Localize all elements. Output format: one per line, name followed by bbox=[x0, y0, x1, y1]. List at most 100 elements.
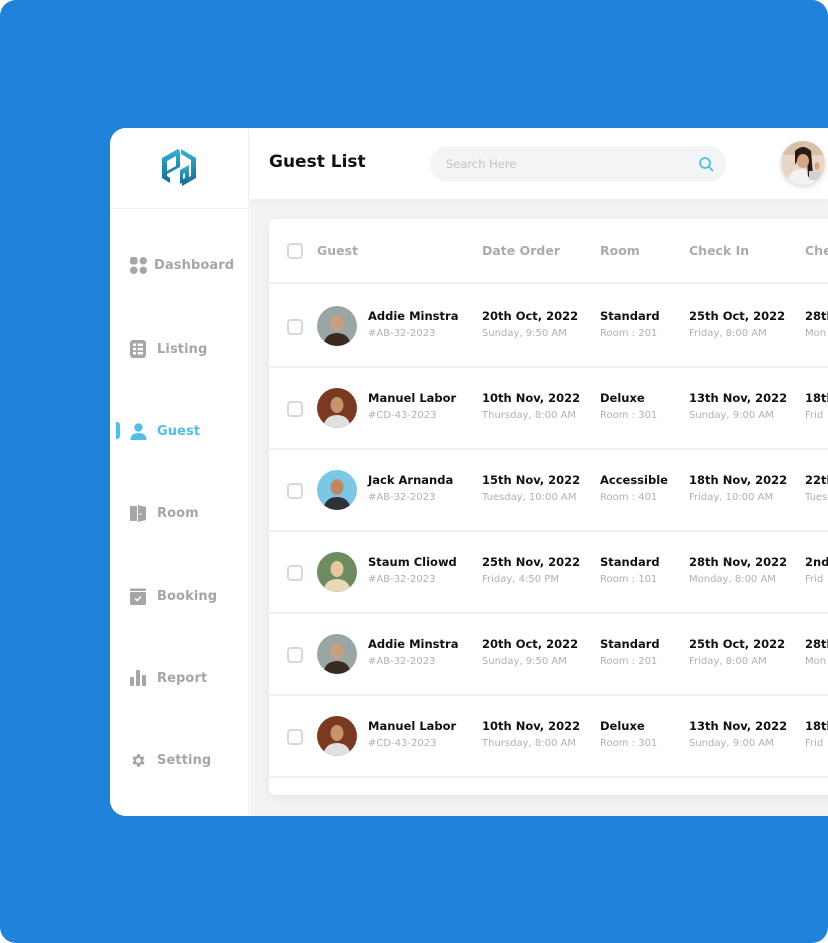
row-checkbox[interactable] bbox=[287, 647, 303, 663]
row-checkbox[interactable] bbox=[287, 565, 303, 581]
room-cell: Standard Room : 201 bbox=[600, 309, 660, 339]
search-box[interactable] bbox=[430, 146, 726, 182]
table-header: Guest Date Order Room Check In Che bbox=[269, 219, 828, 284]
room-number: Room : 201 bbox=[600, 656, 658, 667]
check-out-date: 18th bbox=[805, 391, 828, 405]
guest-avatar bbox=[317, 388, 357, 428]
column-header-check-in[interactable]: Check In bbox=[689, 243, 749, 258]
search-input[interactable] bbox=[446, 146, 686, 182]
date-order: 10th Nov, 2022 bbox=[482, 391, 581, 405]
column-header-date-order[interactable]: Date Order bbox=[482, 243, 560, 258]
check-in-cell: 25th Oct, 2022 Friday, 8:00 AM bbox=[689, 637, 785, 667]
table-row[interactable]: Addie Minstra #AB-32-2023 20th Oct, 2022… bbox=[269, 286, 828, 368]
logo-area bbox=[110, 128, 248, 209]
guest-id: #AB-32-2023 bbox=[368, 328, 436, 339]
date-order-cell: 10th Nov, 2022 Thursday, 8:00 AM bbox=[482, 391, 580, 421]
main-content: Guest List Guest bbox=[250, 128, 828, 816]
guest-avatar bbox=[317, 306, 357, 346]
row-checkbox[interactable] bbox=[287, 483, 303, 499]
date-order: 20th Oct, 2022 bbox=[482, 637, 579, 651]
check-out-date: 28th bbox=[805, 309, 828, 323]
row-checkbox[interactable] bbox=[287, 319, 303, 335]
check-in-time: Friday, 10:00 AM bbox=[689, 492, 774, 503]
row-checkbox[interactable] bbox=[287, 729, 303, 745]
top-bar: Guest List bbox=[250, 128, 828, 199]
table-row[interactable]: Manuel Labor #CD-43-2023 10th Nov, 2022 … bbox=[269, 368, 828, 450]
grid-icon bbox=[129, 256, 147, 274]
table-row[interactable]: Jack Arnanda #AB-32-2023 15th Nov, 2022 … bbox=[269, 450, 828, 532]
date-order: 25th Nov, 2022 bbox=[482, 555, 581, 569]
guest-name[interactable]: Addie Minstra bbox=[368, 309, 458, 323]
date-order-cell: 20th Oct, 2022 Sunday, 9:50 AM bbox=[482, 309, 578, 339]
guest-id: #AB-32-2023 bbox=[368, 656, 436, 667]
table-row[interactable]: Manuel Labor #CD-43-2023 10th Nov, 2022 … bbox=[269, 696, 828, 778]
guest-id: #AB-32-2023 bbox=[368, 574, 436, 585]
check-out-time: Frid bbox=[805, 738, 824, 749]
check-in-time: Sunday, 9:00 AM bbox=[689, 410, 774, 421]
guest-id: #AB-32-2023 bbox=[368, 492, 436, 503]
sidebar-item-label: Listing bbox=[157, 341, 208, 357]
room-cell: Deluxe Room : 301 bbox=[600, 391, 657, 421]
sidebar-item-label: Report bbox=[157, 670, 208, 686]
room-cell: Accessible Room : 401 bbox=[600, 473, 668, 503]
search-icon[interactable] bbox=[698, 156, 714, 172]
check-out-time: Tues bbox=[805, 492, 828, 503]
profile-avatar[interactable] bbox=[781, 141, 825, 185]
check-in-date: 13th Nov, 2022 bbox=[689, 719, 788, 733]
room-type: Standard bbox=[600, 555, 660, 569]
date-order-time: Thursday, 8:00 AM bbox=[482, 410, 576, 421]
date-order: 10th Nov, 2022 bbox=[482, 719, 581, 733]
guest-name[interactable]: Manuel Labor bbox=[368, 391, 456, 405]
table-row[interactable]: Addie Minstra #AB-32-2023 20th Oct, 2022… bbox=[269, 614, 828, 696]
guest-name[interactable]: Manuel Labor bbox=[368, 719, 456, 733]
page-title: Guest List bbox=[269, 152, 366, 172]
check-in-date: 28th Nov, 2022 bbox=[689, 555, 788, 569]
guest-id: #CD-43-2023 bbox=[368, 410, 437, 421]
date-order-cell: 20th Oct, 2022 Sunday, 9:50 AM bbox=[482, 637, 578, 667]
sidebar-item-label: Dashboard bbox=[154, 257, 235, 273]
check-in-date: 18th Nov, 2022 bbox=[689, 473, 788, 487]
check-in-time: Friday, 8:00 AM bbox=[689, 656, 767, 667]
room-type: Deluxe bbox=[600, 719, 645, 733]
row-checkbox[interactable] bbox=[287, 401, 303, 417]
sidebar-item-report[interactable]: Report bbox=[110, 666, 249, 690]
room-number: Room : 301 bbox=[600, 738, 658, 749]
guest-avatar bbox=[317, 470, 357, 510]
check-out-cell: 28th Mon bbox=[805, 309, 828, 339]
date-order-time: Friday, 4:50 PM bbox=[482, 574, 559, 585]
check-in-date: 13th Nov, 2022 bbox=[689, 391, 788, 405]
column-header-check-out[interactable]: Che bbox=[805, 243, 828, 258]
column-header-room[interactable]: Room bbox=[600, 243, 640, 258]
check-out-cell: 18th Frid bbox=[805, 719, 828, 749]
guest-avatar bbox=[317, 552, 357, 592]
sidebar-item-dashboard[interactable]: Dashboard bbox=[110, 253, 249, 277]
gear-icon bbox=[129, 751, 147, 769]
check-out-date: 28th bbox=[805, 637, 828, 651]
guest-cell: Jack Arnanda #AB-32-2023 bbox=[368, 473, 453, 503]
column-header-guest[interactable]: Guest bbox=[317, 243, 358, 258]
check-out-cell: 2nd Frid bbox=[805, 555, 828, 585]
check-in-cell: 28th Nov, 2022 Monday, 8:00 AM bbox=[689, 555, 787, 585]
sidebar-item-listing[interactable]: Listing bbox=[110, 337, 249, 361]
sidebar-item-setting[interactable]: Setting bbox=[110, 748, 249, 772]
date-order-cell: 10th Nov, 2022 Thursday, 8:00 AM bbox=[482, 719, 580, 749]
table-row[interactable]: Staum Cliowd #AB-32-2023 25th Nov, 2022 … bbox=[269, 532, 828, 614]
date-order-cell: 25th Nov, 2022 Friday, 4:50 PM bbox=[482, 555, 580, 585]
date-order: 15th Nov, 2022 bbox=[482, 473, 581, 487]
guest-name[interactable]: Jack Arnanda bbox=[368, 473, 453, 487]
bar-chart-icon bbox=[129, 669, 147, 687]
guest-name[interactable]: Staum Cliowd bbox=[368, 555, 457, 569]
guest-avatar bbox=[317, 634, 357, 674]
guest-table: Guest Date Order Room Check In Che Addie… bbox=[269, 219, 828, 795]
select-all-checkbox[interactable] bbox=[287, 243, 303, 259]
guest-cell: Addie Minstra #AB-32-2023 bbox=[368, 309, 458, 339]
list-icon bbox=[129, 340, 147, 358]
check-in-date: 25th Oct, 2022 bbox=[689, 637, 786, 651]
sidebar-item-guest[interactable]: Guest bbox=[110, 419, 249, 443]
sidebar-item-label: Room bbox=[157, 505, 199, 521]
sidebar-item-room[interactable]: Room bbox=[110, 501, 249, 525]
guest-name[interactable]: Addie Minstra bbox=[368, 637, 458, 651]
sidebar-item-booking[interactable]: Booking bbox=[110, 584, 249, 608]
guest-id: #CD-43-2023 bbox=[368, 738, 437, 749]
logo-icon[interactable] bbox=[159, 146, 199, 190]
